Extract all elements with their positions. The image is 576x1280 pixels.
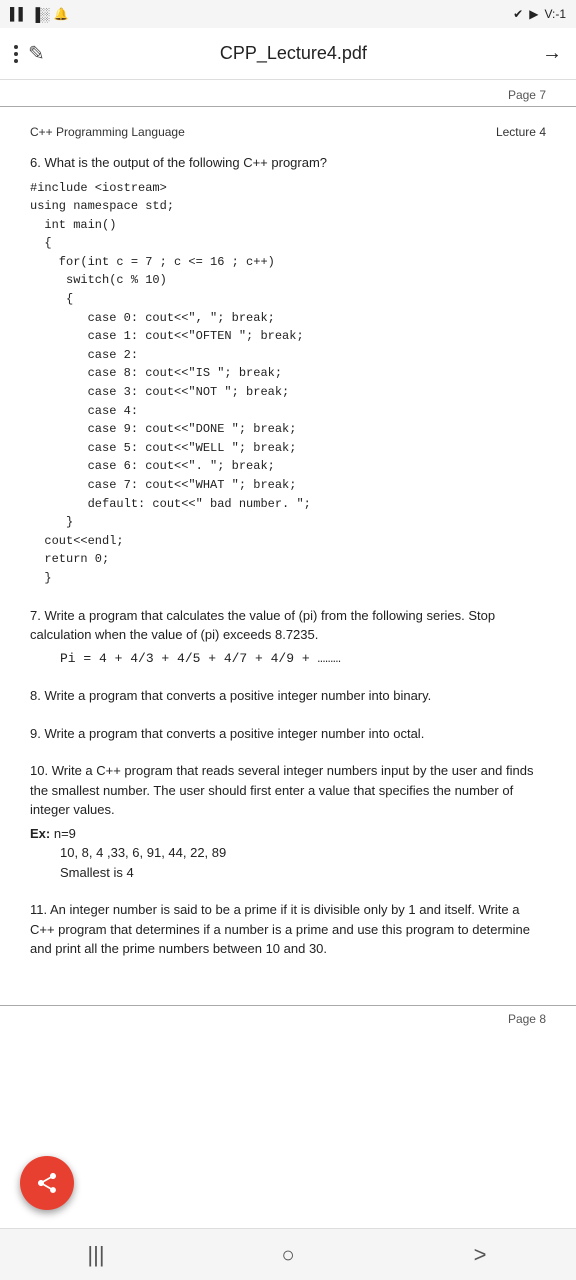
status-right: ✔ ▶ V:-1 bbox=[513, 7, 566, 21]
status-bar: ▌▌ ▐░ 🔔 ✔ ▶ V:-1 bbox=[0, 0, 576, 28]
network-icon: ▌▌ bbox=[10, 7, 27, 21]
menu-button[interactable] bbox=[14, 45, 18, 63]
question-6: 6. What is the output of the following C… bbox=[30, 153, 546, 588]
question-9: 9. Write a program that converts a posit… bbox=[30, 724, 546, 744]
q10-result: Smallest is 4 bbox=[60, 863, 546, 883]
q10-values: 10, 8, 4 ,33, 6, 91, 44, 22, 89 bbox=[60, 843, 546, 863]
nav-home-button[interactable]: ○ bbox=[258, 1235, 318, 1275]
next-arrow-icon[interactable]: → bbox=[542, 42, 562, 65]
page-number-top: Page 7 bbox=[0, 80, 576, 107]
question-8: 8. Write a program that converts a posit… bbox=[30, 686, 546, 706]
pdf-content: C++ Programming Language Lecture 4 6. Wh… bbox=[0, 115, 576, 997]
toolbar: ✎ CPP_Lecture4.pdf → bbox=[0, 28, 576, 80]
share-fab-button[interactable] bbox=[20, 1156, 74, 1210]
bottom-nav: ||| ○ > bbox=[0, 1228, 576, 1280]
video-icon: ▶ bbox=[529, 7, 538, 21]
q6-title: 6. What is the output of the following C… bbox=[30, 153, 546, 173]
check-icon: ✔ bbox=[513, 7, 523, 21]
q7-formula: Pi = 4 + 4/3 + 4/5 + 4/7 + 4/9 + ……… bbox=[60, 649, 546, 669]
sound-icon: 🔔 bbox=[53, 7, 68, 21]
page-title: CPP_Lecture4.pdf bbox=[55, 43, 532, 64]
q6-code: #include <iostream> using namespace std;… bbox=[30, 179, 546, 588]
section-left: C++ Programming Language bbox=[30, 125, 185, 139]
question-7: 7. Write a program that calculates the v… bbox=[30, 606, 546, 669]
section-header: C++ Programming Language Lecture 4 bbox=[30, 125, 546, 139]
battery-label: V:-1 bbox=[544, 7, 566, 21]
status-left: ▌▌ ▐░ 🔔 bbox=[10, 7, 68, 22]
section-right: Lecture 4 bbox=[496, 125, 546, 139]
wifi-icon: ▐░ bbox=[31, 7, 49, 22]
question-11: 11. An integer number is said to be a pr… bbox=[30, 900, 546, 959]
page-number-bottom: Page 8 bbox=[0, 1005, 576, 1034]
q10-example: Ex: n=9 bbox=[30, 824, 546, 844]
pencil-icon[interactable]: ✎ bbox=[28, 41, 45, 66]
pdf-area: Page 7 C++ Programming Language Lecture … bbox=[0, 80, 576, 1228]
q10-title: 10. Write a C++ program that reads sever… bbox=[30, 761, 546, 820]
question-10: 10. Write a C++ program that reads sever… bbox=[30, 761, 546, 882]
share-icon bbox=[35, 1171, 59, 1195]
nav-back-button[interactable]: > bbox=[450, 1235, 510, 1275]
q7-title: 7. Write a program that calculates the v… bbox=[30, 606, 546, 645]
nav-menu-button[interactable]: ||| bbox=[66, 1235, 126, 1275]
